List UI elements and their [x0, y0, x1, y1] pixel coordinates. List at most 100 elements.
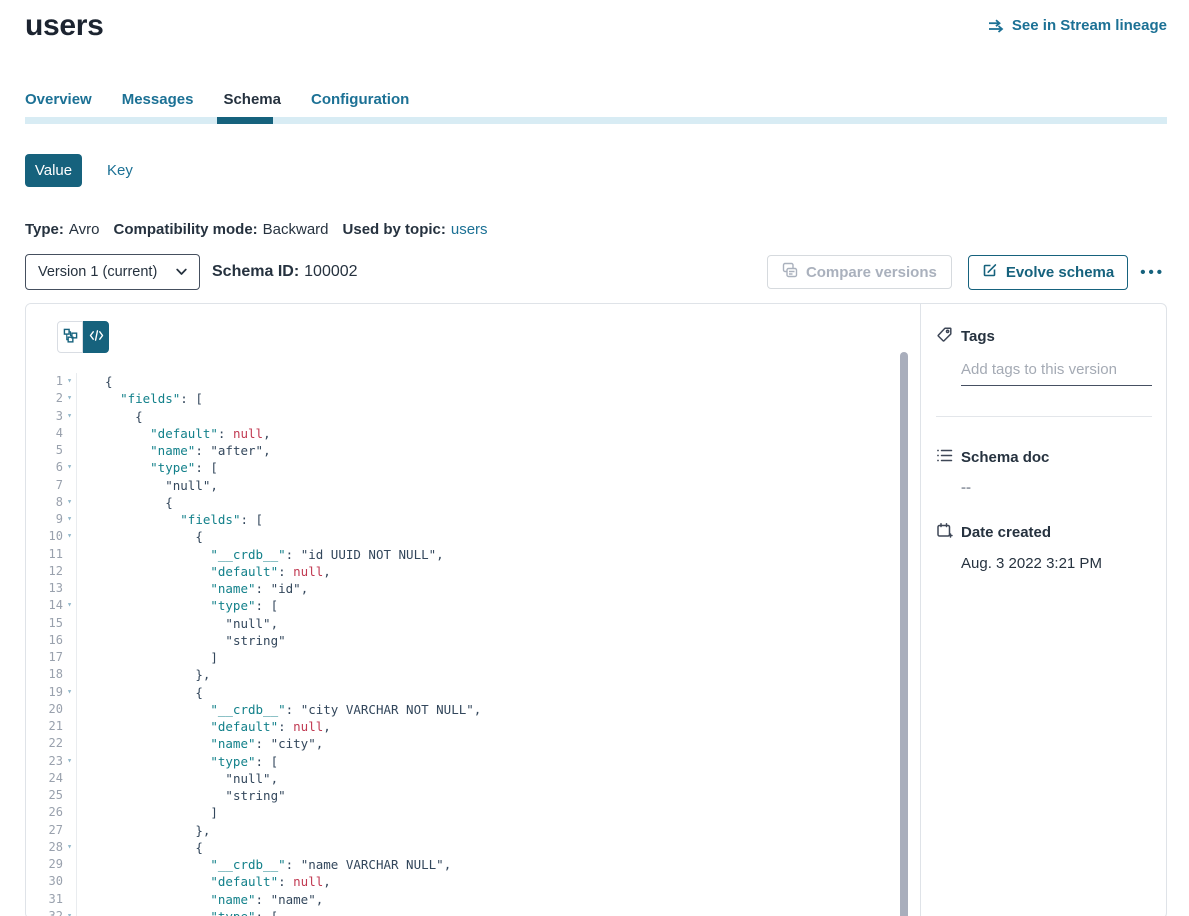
schema-actions: Compare versions Evolve schema ••• — [767, 255, 1167, 290]
schema-editor: 1▾{2▾ "fields": [3▾ {4 "default": null,5… — [26, 304, 921, 916]
active-tab-indicator — [217, 117, 273, 124]
code-line: 16 "string" — [26, 632, 920, 649]
fold-arrow-icon[interactable]: ▾ — [63, 528, 76, 545]
doc-list-icon — [936, 448, 953, 467]
fold-spacer — [63, 787, 76, 804]
schema-doc-value: -- — [961, 479, 1152, 496]
code-line: 23▾ "type": [ — [26, 753, 920, 770]
editor-gutter: 4 — [26, 425, 77, 442]
calendar-plus-icon — [936, 522, 953, 543]
line-number: 1 — [26, 373, 63, 390]
line-number: 9 — [26, 511, 63, 528]
code-text: "type": [ — [77, 597, 278, 614]
tree-view-button[interactable] — [57, 321, 83, 353]
date-created-value: Aug. 3 2022 3:21 PM — [961, 555, 1152, 572]
editor-gutter: 13 — [26, 580, 77, 597]
fold-arrow-icon[interactable]: ▾ — [63, 684, 76, 701]
editor-gutter: 16 — [26, 632, 77, 649]
stream-lineage-link[interactable]: See in Stream lineage — [988, 17, 1167, 34]
tab-configuration[interactable]: Configuration — [311, 90, 409, 109]
line-number: 19 — [26, 684, 63, 701]
fold-spacer — [63, 649, 76, 666]
code-line: 30 "default": null, — [26, 873, 920, 890]
fold-arrow-icon[interactable]: ▾ — [63, 390, 76, 407]
line-number: 5 — [26, 442, 63, 459]
fold-arrow-icon[interactable]: ▾ — [63, 597, 76, 614]
editor-gutter: 5 — [26, 442, 77, 459]
fold-arrow-icon[interactable]: ▾ — [63, 839, 76, 856]
code-line: 5 "name": "after", — [26, 442, 920, 459]
tags-heading: Tags — [936, 326, 1152, 347]
code-line: 2▾ "fields": [ — [26, 390, 920, 407]
code-line: 19▾ { — [26, 684, 920, 701]
code-line: 20 "__crdb__": "city VARCHAR NOT NULL", — [26, 701, 920, 718]
tags-input[interactable] — [961, 361, 1152, 386]
code-text: "name": "id", — [77, 580, 308, 597]
tab-track — [25, 117, 1167, 124]
key-toggle-button[interactable]: Key — [107, 162, 133, 179]
code-text: { — [77, 528, 203, 545]
fold-spacer — [63, 891, 76, 908]
topic-link[interactable]: users — [451, 221, 488, 239]
editor-gutter: 10▾ — [26, 528, 77, 545]
code-text: { — [77, 684, 203, 701]
version-select[interactable]: Version 1 (current) — [25, 254, 200, 290]
tab-schema[interactable]: Schema — [223, 90, 281, 109]
fold-arrow-icon[interactable]: ▾ — [63, 408, 76, 425]
value-toggle-button[interactable]: Value — [25, 154, 82, 187]
code-line: 3▾ { — [26, 408, 920, 425]
code-text: "type": [ — [77, 459, 218, 476]
more-options-icon: ••• — [1140, 264, 1165, 281]
more-options-button[interactable]: ••• — [1138, 260, 1167, 285]
line-number: 26 — [26, 804, 63, 821]
line-number: 12 — [26, 563, 63, 580]
line-number: 17 — [26, 649, 63, 666]
fold-arrow-icon[interactable]: ▾ — [63, 511, 76, 528]
editor-gutter: 14▾ — [26, 597, 77, 614]
editor-gutter: 22 — [26, 735, 77, 752]
evolve-schema-button[interactable]: Evolve schema — [968, 255, 1128, 290]
fold-arrow-icon[interactable]: ▾ — [63, 908, 76, 916]
fold-arrow-icon[interactable]: ▾ — [63, 459, 76, 476]
fold-spacer — [63, 563, 76, 580]
editor-gutter: 29 — [26, 856, 77, 873]
code-text: "default": null, — [77, 563, 331, 580]
line-number: 24 — [26, 770, 63, 787]
date-created-section: Date created Aug. 3 2022 3:21 PM — [936, 522, 1152, 572]
editor-scrollbar[interactable] — [900, 352, 908, 916]
page-header: users See in Stream lineage — [25, 8, 1167, 43]
fold-spacer — [63, 546, 76, 563]
date-created-heading: Date created — [936, 522, 1152, 543]
editor-gutter: 18 — [26, 666, 77, 683]
compare-versions-button[interactable]: Compare versions — [767, 255, 952, 289]
code-line: 24 "null", — [26, 770, 920, 787]
fold-arrow-icon[interactable]: ▾ — [63, 373, 76, 390]
line-number: 15 — [26, 615, 63, 632]
code-text: "fields": [ — [77, 390, 203, 407]
page-title: users — [25, 8, 104, 43]
editor-gutter: 19▾ — [26, 684, 77, 701]
code-text: "type": [ — [77, 753, 278, 770]
code-view-button[interactable] — [83, 321, 109, 353]
code-text: "null", — [77, 770, 278, 787]
code-text: "__crdb__": "city VARCHAR NOT NULL", — [77, 701, 481, 718]
fold-arrow-icon[interactable]: ▾ — [63, 753, 76, 770]
code-line: 4 "default": null, — [26, 425, 920, 442]
line-number: 20 — [26, 701, 63, 718]
code-text: "null", — [77, 615, 278, 632]
used-by-topic-label: Used by topic: — [343, 221, 446, 239]
code-text: { — [77, 839, 203, 856]
code-line: 17 ] — [26, 649, 920, 666]
code-text: "name": "city", — [77, 735, 323, 752]
tab-overview[interactable]: Overview — [25, 90, 92, 109]
fold-arrow-icon[interactable]: ▾ — [63, 494, 76, 511]
code-text: { — [77, 494, 173, 511]
editor-gutter: 6▾ — [26, 459, 77, 476]
tree-view-icon — [63, 328, 78, 346]
editor-gutter: 28▾ — [26, 839, 77, 856]
code-line: 22 "name": "city", — [26, 735, 920, 752]
editor-gutter: 17 — [26, 649, 77, 666]
code-line: 14▾ "type": [ — [26, 597, 920, 614]
tab-messages[interactable]: Messages — [122, 90, 194, 109]
editor-gutter: 7 — [26, 477, 77, 494]
